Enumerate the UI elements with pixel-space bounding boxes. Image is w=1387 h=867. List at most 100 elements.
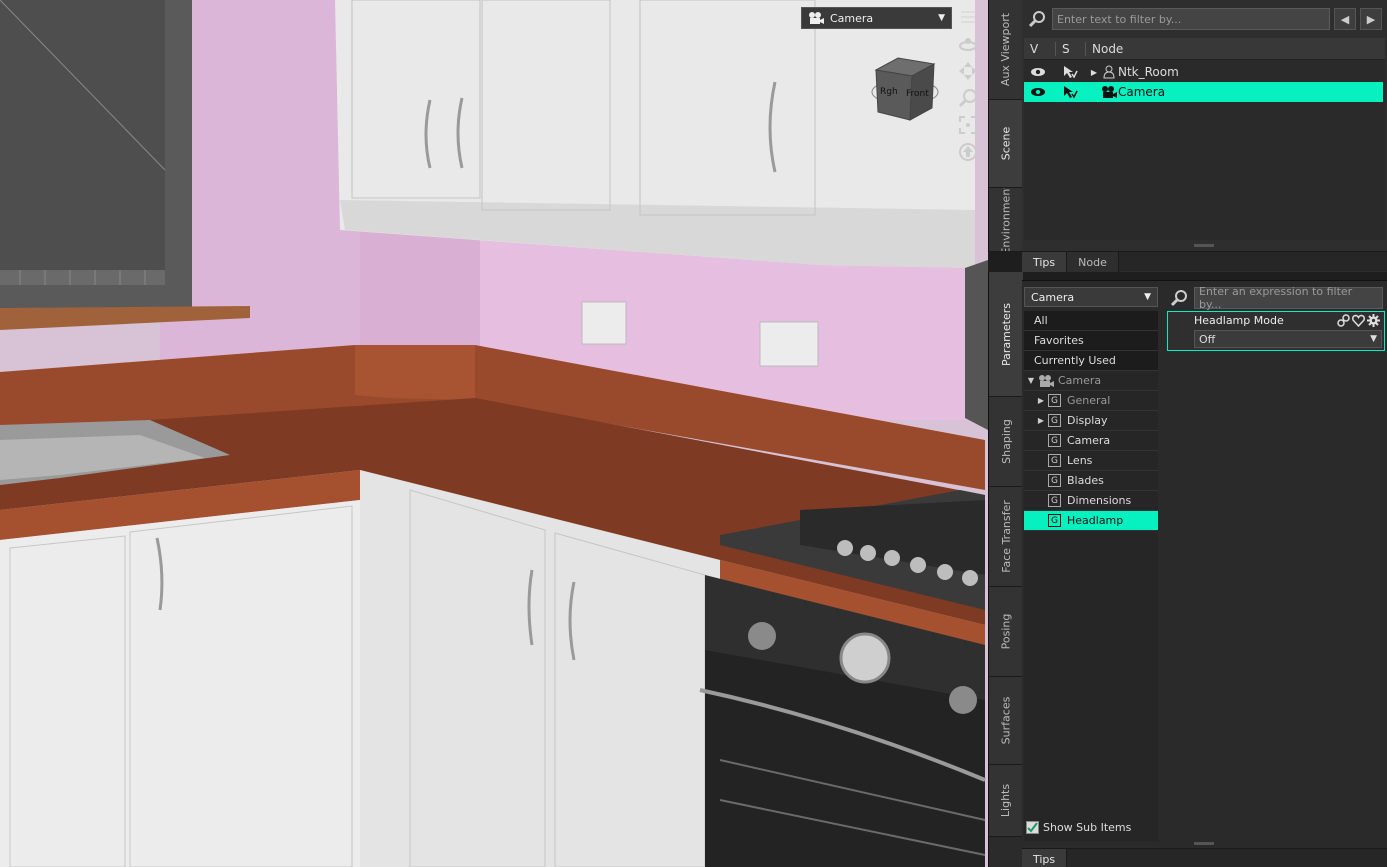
resize-grip[interactable] [1194,244,1214,247]
group-dimensions[interactable]: G Dimensions [1024,491,1158,511]
tab-lights[interactable]: Lights [989,765,1023,837]
group-blades[interactable]: G Blades [1024,471,1158,491]
scene-filter-input[interactable]: Enter text to filter by... [1052,8,1330,30]
show-sub-items-checkbox[interactable]: Show Sub Items [1026,821,1131,834]
chevron-down-icon: ▼ [938,13,945,23]
reset-icon[interactable] [957,141,979,163]
parameters-pane: Camera ▼ All Favorites Currently Used ▼ … [1022,280,1387,867]
group-general[interactable]: ▶ G General [1024,391,1158,411]
tab-aux-viewport[interactable]: Aux Viewport [989,0,1023,100]
group-icon: G [1048,434,1061,447]
tab-shaping-label: Shaping [999,419,1013,464]
chevron-down-icon: ▼ [1370,334,1377,344]
group-label: Display [1067,414,1108,427]
gear-icon[interactable] [1367,314,1380,327]
heart-icon[interactable] [1352,314,1365,327]
group-headlamp[interactable]: G Headlamp [1024,511,1158,531]
tab-posing[interactable]: Posing [989,587,1023,677]
search-icon[interactable] [1026,8,1048,30]
arrow-right-icon[interactable]: ▶ [1360,8,1382,30]
tab-environment[interactable]: Environment [989,188,1023,252]
tab-face-transfer-label: Face Transfer [999,500,1013,573]
tab-surfaces[interactable]: Surfaces [989,677,1023,765]
group-favorites[interactable]: Favorites [1024,331,1158,351]
column-visible[interactable]: V [1024,41,1056,56]
tab-node[interactable]: Node [1067,252,1119,272]
parameters-bottom-tabs: Tips [1022,848,1387,867]
scene-row-label: Camera [1118,85,1166,99]
figure-icon [1100,65,1118,79]
viewport-toolbar [956,6,980,163]
property-headlamp-mode: Headlamp Mode Off ▼ [1167,311,1385,351]
group-label: Headlamp [1067,514,1124,527]
camera-icon [809,12,824,24]
tab-scene-label: Scene [999,126,1013,161]
view-cube[interactable]: Rgh Front [870,54,940,124]
group-camera[interactable]: G Camera [1024,431,1158,451]
headlamp-mode-select[interactable]: Off ▼ [1194,330,1382,348]
list-icon[interactable] [957,6,979,28]
tab-parameters[interactable]: Parameters [989,272,1023,397]
parameters-side-tabs: Parameters Shaping Face Transfer Posing … [988,272,1023,867]
frame-icon[interactable] [957,114,979,136]
scene-pane: Enter text to filter by... ◀ ▶ V S Node … [1022,0,1387,272]
arrow-left-icon[interactable]: ◀ [1334,8,1356,30]
property-group-list[interactable]: All Favorites Currently Used ▼ Camera ▶ … [1024,311,1158,841]
tab-parameters-label: Parameters [999,302,1013,366]
tab-face-transfer[interactable]: Face Transfer [989,487,1023,587]
group-root-label: Camera [1058,374,1102,387]
group-icon: G [1048,494,1061,507]
pan-icon[interactable] [957,60,979,82]
search-icon[interactable] [1168,287,1190,309]
property-title: Headlamp Mode [1194,314,1284,327]
scene-row-ntk-room[interactable]: ▶ Ntk_Room [1024,62,1383,82]
viewport-camera-label: Camera [830,11,874,25]
tab-tips[interactable]: Tips [1022,252,1068,272]
expression-filter-row: Enter an expression to filter by... [1168,285,1385,311]
tab-tips[interactable]: Tips [1022,849,1068,867]
scene-tree-header: V S Node [1024,38,1385,60]
orbit-icon[interactable] [957,33,979,55]
collapse-arrow-icon[interactable]: ▼ [1024,376,1038,385]
viewport-camera-select[interactable]: Camera ▼ [801,7,952,29]
column-node[interactable]: Node [1086,42,1123,56]
group-label: Lens [1067,454,1093,467]
eye-icon[interactable] [1024,67,1052,77]
expand-arrow-icon[interactable]: ▶ [1034,416,1048,425]
cursor-check-icon[interactable] [1052,65,1088,79]
group-label: Dimensions [1067,494,1132,507]
group-lens[interactable]: G Lens [1024,451,1158,471]
group-display[interactable]: ▶ G Display [1024,411,1158,431]
scene-side-tabs: Aux Viewport Scene Environment [988,0,1023,252]
tab-shaping[interactable]: Shaping [989,397,1023,487]
expression-filter-input[interactable]: Enter an expression to filter by... [1194,285,1383,311]
group-currently-used[interactable]: Currently Used [1024,351,1158,371]
cursor-check-icon[interactable] [1052,85,1088,99]
tab-lights-label: Lights [999,783,1013,818]
tab-surfaces-label: Surfaces [999,696,1013,745]
node-select-label: Camera [1031,290,1075,304]
tab-scene[interactable]: Scene [989,100,1023,188]
headlamp-mode-value: Off [1199,332,1216,346]
group-icon: G [1048,394,1061,407]
link-icon[interactable] [1337,314,1350,327]
expand-arrow-icon[interactable]: ▶ [1088,68,1100,77]
parameters-node-select[interactable]: Camera ▼ [1024,287,1158,307]
group-icon: G [1048,414,1061,427]
eye-icon[interactable] [1024,87,1052,97]
group-root-camera[interactable]: ▼ Camera [1024,371,1158,391]
3d-viewport[interactable]: Camera ▼ Rgh Front [0,0,988,867]
chevron-down-icon: ▼ [1144,292,1151,302]
zoom-icon[interactable] [957,87,979,109]
cube-face-left-label: Rgh [880,87,898,97]
expand-arrow-icon[interactable]: ▶ [1034,396,1048,405]
scene-filter-row: Enter text to filter by... ◀ ▶ [1022,6,1387,32]
scene-row-camera[interactable]: Camera [1024,82,1383,102]
checkbox-checked-icon[interactable] [1026,821,1039,834]
column-selectable[interactable]: S [1056,41,1086,56]
resize-grip[interactable] [1194,842,1214,845]
group-icon: G [1048,454,1061,467]
cube-face-front-label: Front [906,89,929,99]
tab-environment-label: Environment [999,188,1013,252]
group-all[interactable]: All [1024,311,1158,331]
